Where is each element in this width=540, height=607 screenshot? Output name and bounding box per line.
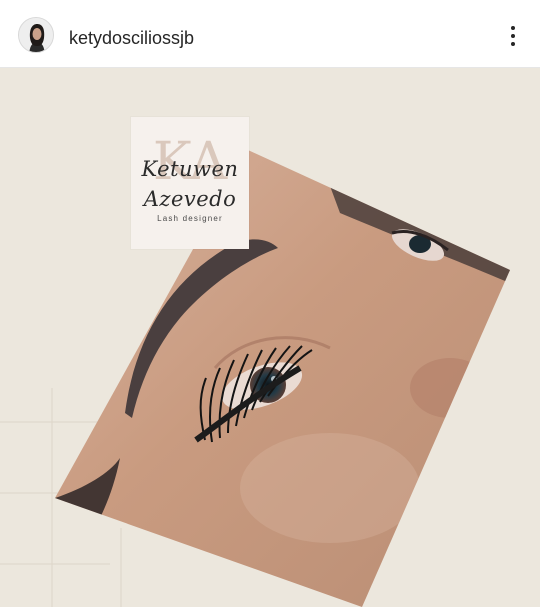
brand-logo: KA Ketuwen Azevedo Lash designer xyxy=(131,117,249,249)
more-dot xyxy=(511,26,515,30)
monogram-logo: KA xyxy=(153,132,229,192)
brand-name-last: Azevedo xyxy=(143,187,237,211)
brand-tagline: Lash designer xyxy=(157,214,223,223)
username-link[interactable]: ketydosciliossjb xyxy=(69,27,194,49)
more-dot xyxy=(511,34,515,38)
more-dot xyxy=(511,42,515,46)
post-image[interactable]: KA Ketuwen Azevedo Lash designer xyxy=(0,68,540,607)
brand-name-first: Ketuwen xyxy=(141,157,239,181)
eyelash-photo xyxy=(55,150,510,607)
more-options-icon[interactable] xyxy=(498,20,528,52)
avatar-image xyxy=(19,18,53,52)
avatar[interactable] xyxy=(18,17,54,53)
post-header: ketydosciliossjb xyxy=(0,0,540,68)
